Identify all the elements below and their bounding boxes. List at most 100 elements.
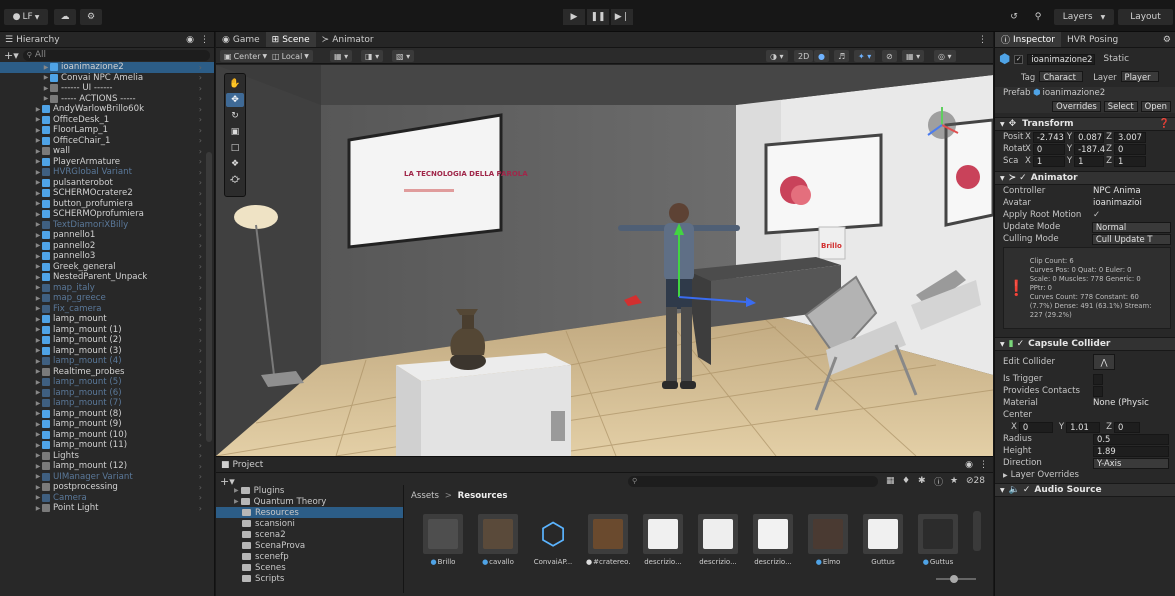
hierarchy-item[interactable]: ▶ Convai NPC Amelia ›	[0, 73, 214, 84]
chevron-right-icon[interactable]: ›	[199, 168, 202, 177]
tab-hvr-posing[interactable]: HVR Posing	[1061, 32, 1124, 47]
debug-icon[interactable]: ⚙	[1163, 35, 1171, 45]
hierarchy-item[interactable]: ▶ map_italy ›	[0, 283, 214, 294]
expand-arrow-icon[interactable]: ▶	[34, 211, 42, 218]
search-by-label-icon[interactable]: ♦	[902, 476, 910, 486]
chevron-right-icon[interactable]: ›	[199, 346, 202, 355]
expand-arrow-icon[interactable]: ▶	[34, 452, 42, 459]
hierarchy-item[interactable]: ▶ ------ UI ------ ›	[0, 83, 214, 94]
chevron-right-icon[interactable]: ›	[199, 493, 202, 502]
hierarchy-search-input[interactable]: ⚲ All	[22, 49, 210, 61]
search-button[interactable]: ⚲	[1027, 9, 1049, 25]
chevron-right-icon[interactable]: ›	[199, 231, 202, 240]
hierarchy-item[interactable]: ▶ Greek_general ›	[0, 262, 214, 273]
transform-header[interactable]: ▼ ✥ Transform ❓	[995, 117, 1175, 131]
chevron-right-icon[interactable]: ›	[199, 399, 202, 408]
gizmos-button[interactable]: ◎ ▾	[934, 50, 956, 62]
cloud-button[interactable]: ☁	[54, 9, 76, 25]
rotation-y-field[interactable]: -187.4	[1074, 143, 1105, 155]
expand-arrow-icon[interactable]: ▶	[34, 284, 42, 291]
expand-arrow-icon[interactable]: ▶	[34, 127, 42, 134]
hierarchy-item[interactable]: ▶ HVRGlobal Variant ›	[0, 167, 214, 178]
expand-arrow-icon[interactable]: ▶	[34, 169, 42, 176]
hierarchy-item[interactable]: ▶ Point Light ›	[0, 503, 214, 514]
info-icon[interactable]: ⓘ	[934, 475, 943, 488]
hierarchy-item[interactable]: ▶ Lights ›	[0, 451, 214, 462]
chevron-right-icon[interactable]: ›	[199, 357, 202, 366]
custom-tool[interactable]: ⛮	[226, 173, 244, 187]
capsule-collider-header[interactable]: ▼ ▮ ✓ Capsule Collider	[995, 337, 1175, 351]
grid-visibility-button[interactable]: ▧ ▾	[392, 50, 415, 62]
expand-arrow-icon[interactable]: ▶	[34, 221, 42, 228]
expand-arrow-icon[interactable]: ▶	[34, 242, 42, 249]
hierarchy-item[interactable]: ▶ lamp_mount (4) ›	[0, 356, 214, 367]
folder-scenes[interactable]: Scenes	[216, 562, 403, 573]
chevron-right-icon[interactable]: ›	[199, 94, 202, 103]
snap-increment-button[interactable]: ◨ ▾	[361, 50, 384, 62]
expand-arrow-icon[interactable]: ▶	[34, 274, 42, 281]
hierarchy-item[interactable]: ▶ wall ›	[0, 146, 214, 157]
search-by-type-icon[interactable]: ▦	[886, 476, 895, 486]
hierarchy-item[interactable]: ▶ lamp_mount (11) ›	[0, 440, 214, 451]
enabled-checkbox[interactable]: ✓	[1017, 339, 1025, 349]
expand-arrow-icon[interactable]: ▶	[34, 389, 42, 396]
hierarchy-item[interactable]: ▶ button_profumiera ›	[0, 199, 214, 210]
lock-icon[interactable]: ◉	[965, 460, 973, 470]
expand-arrow-icon[interactable]: ▶	[34, 463, 42, 470]
grid-snap-button[interactable]: ▦ ▾	[330, 50, 353, 62]
expand-arrow-icon[interactable]: ▶	[34, 295, 42, 302]
hierarchy-item[interactable]: ▶ lamp_mount (12) ›	[0, 461, 214, 472]
hierarchy-item[interactable]: ▶ pulsanterobot ›	[0, 178, 214, 189]
effects-toggle[interactable]: ✦ ▾	[854, 50, 876, 62]
expand-arrow-icon[interactable]: ▶	[34, 505, 42, 512]
folder-scenefp[interactable]: scenefp	[216, 551, 403, 562]
expand-arrow-icon[interactable]: ▶	[34, 316, 42, 323]
asset-item[interactable]: descrizio...	[641, 514, 685, 566]
chevron-right-icon[interactable]: ›	[199, 336, 202, 345]
asset-item[interactable]: ●#cratereo...	[586, 514, 630, 566]
add-button[interactable]: +▾	[4, 49, 19, 62]
chevron-right-icon[interactable]: ›	[199, 136, 202, 145]
hierarchy-item[interactable]: ▶ Realtime_probes ›	[0, 367, 214, 378]
rotation-x-field[interactable]: 0	[1032, 143, 1065, 155]
project-search-input[interactable]: ⚲	[628, 475, 878, 487]
chevron-right-icon[interactable]: ›	[199, 430, 202, 439]
hierarchy-scrollbar[interactable]	[206, 152, 212, 442]
chevron-right-icon[interactable]: ›	[199, 189, 202, 198]
position-x-field[interactable]: -2.743	[1032, 131, 1065, 143]
expand-arrow-icon[interactable]: ▶	[34, 442, 42, 449]
scale-tool[interactable]: ▣	[226, 125, 244, 139]
chevron-right-icon[interactable]: ›	[199, 441, 202, 450]
hierarchy-item[interactable]: ▶ lamp_mount (9) ›	[0, 419, 214, 430]
material-field[interactable]: None (Physic	[1093, 398, 1149, 408]
chevron-right-icon[interactable]: ›	[199, 178, 202, 187]
rotate-tool[interactable]: ↻	[226, 109, 244, 123]
hierarchy-item[interactable]: ▶ NestedParent_Unpack ›	[0, 272, 214, 283]
chevron-right-icon[interactable]: ›	[199, 378, 202, 387]
chevron-right-icon[interactable]: ›	[199, 472, 202, 481]
scale-z-field[interactable]: 1	[1114, 155, 1147, 167]
expand-arrow-icon[interactable]: ▶	[34, 190, 42, 197]
expand-arrow-icon[interactable]: ▶	[34, 326, 42, 333]
chevron-right-icon[interactable]: ›	[199, 273, 202, 282]
expand-arrow-icon[interactable]: ▶	[34, 253, 42, 260]
hierarchy-item[interactable]: ▶ lamp_mount (7) ›	[0, 398, 214, 409]
hierarchy-item[interactable]: ▶ lamp_mount (10) ›	[0, 430, 214, 441]
breadcrumb-resources[interactable]: Resources	[458, 491, 508, 501]
more-icon[interactable]: ⋮	[200, 35, 209, 45]
scene-viewport[interactable]: LA TECNOLOGIA DELLA PAROLA Brillo ✋ ✥ ↻ …	[216, 65, 993, 456]
lock-icon[interactable]: ◉	[186, 35, 194, 45]
object-name-field[interactable]: ioanimazione2	[1027, 53, 1096, 65]
expand-arrow-icon[interactable]: ▶	[34, 358, 42, 365]
asset-item[interactable]: descrizio...	[751, 514, 795, 566]
chevron-right-icon[interactable]: ›	[199, 294, 202, 303]
open-button[interactable]: Open	[1140, 100, 1171, 112]
chevron-right-icon[interactable]: ›	[199, 462, 202, 471]
folder-scena2[interactable]: scena2	[216, 529, 403, 540]
position-y-field[interactable]: 0.087	[1074, 131, 1105, 143]
expand-arrow-icon[interactable]: ▶	[42, 74, 50, 81]
position-z-field[interactable]: 3.007	[1114, 131, 1147, 143]
account-button[interactable]: ● LF ▼	[4, 9, 48, 25]
radius-field[interactable]: 0.5	[1093, 433, 1169, 445]
chevron-right-icon[interactable]: ›	[199, 115, 202, 124]
